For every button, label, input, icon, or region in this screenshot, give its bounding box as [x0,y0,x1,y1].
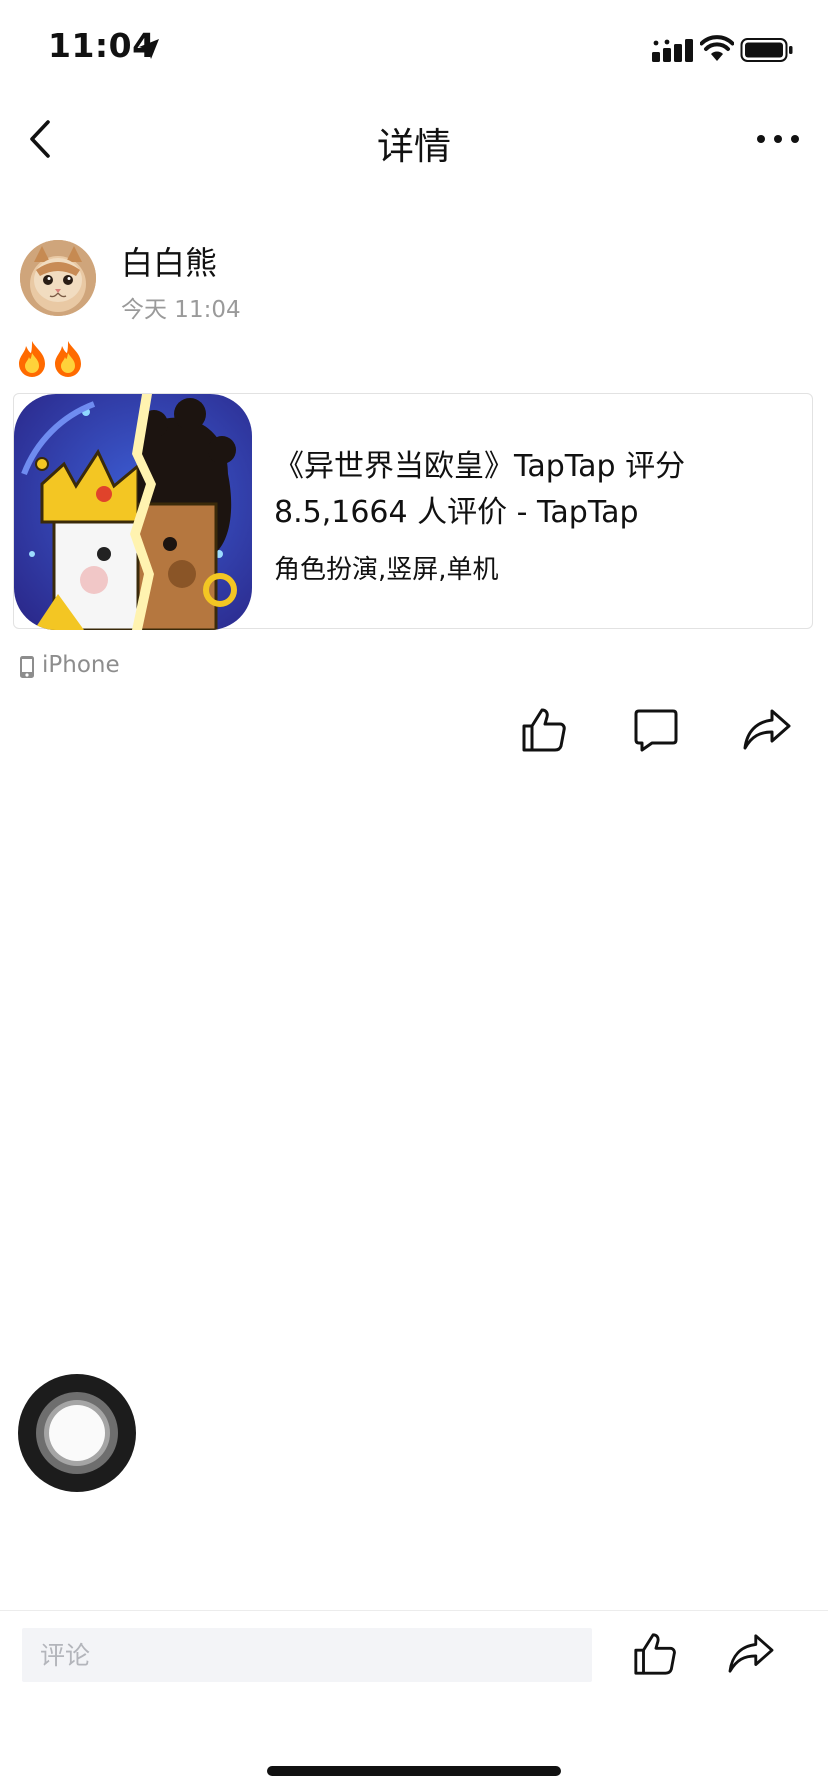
fire-emoji-icon [19,341,81,377]
assistive-touch-core [49,1405,105,1461]
wifi-icon [700,35,734,61]
bottom-divider [0,1610,828,1611]
device-label: iPhone [42,652,120,678]
avatar[interactable] [20,240,96,316]
link-card-tags: 角色扮演,竖屏,单机 [274,555,499,585]
thumbs-up-icon[interactable] [520,706,568,754]
assistive-touch-button[interactable] [18,1374,136,1492]
bottom-thumbs-up-icon[interactable] [632,1631,678,1677]
comment-icon[interactable] [632,708,680,752]
signal-icon [652,39,693,62]
phone-icon [20,656,34,678]
more-icon[interactable] [756,126,800,152]
author-name[interactable]: 白白熊 [121,238,217,284]
post-content [16,338,88,378]
link-card-title: 《异世界当欧皇》TapTap 评分 8.5,1664 人评价 - TapTap [274,449,686,530]
page-title: 详情 [377,125,451,168]
link-card[interactable]: 《异世界当欧皇》TapTap 评分 8.5,1664 人评价 - TapTap … [13,393,813,630]
game-icon-image [14,394,252,630]
battery-icon [740,38,793,62]
assistive-touch-inner-ring [44,1400,110,1466]
comment-input[interactable] [22,1628,592,1682]
bottom-share-icon[interactable] [726,1633,776,1675]
assistive-touch-ring [36,1392,118,1474]
home-indicator [267,1766,561,1776]
cat-avatar-image [20,240,96,316]
share-icon[interactable] [742,708,792,752]
post-time: 今天 11:04 [121,297,241,323]
location-arrow-icon [139,39,159,59]
